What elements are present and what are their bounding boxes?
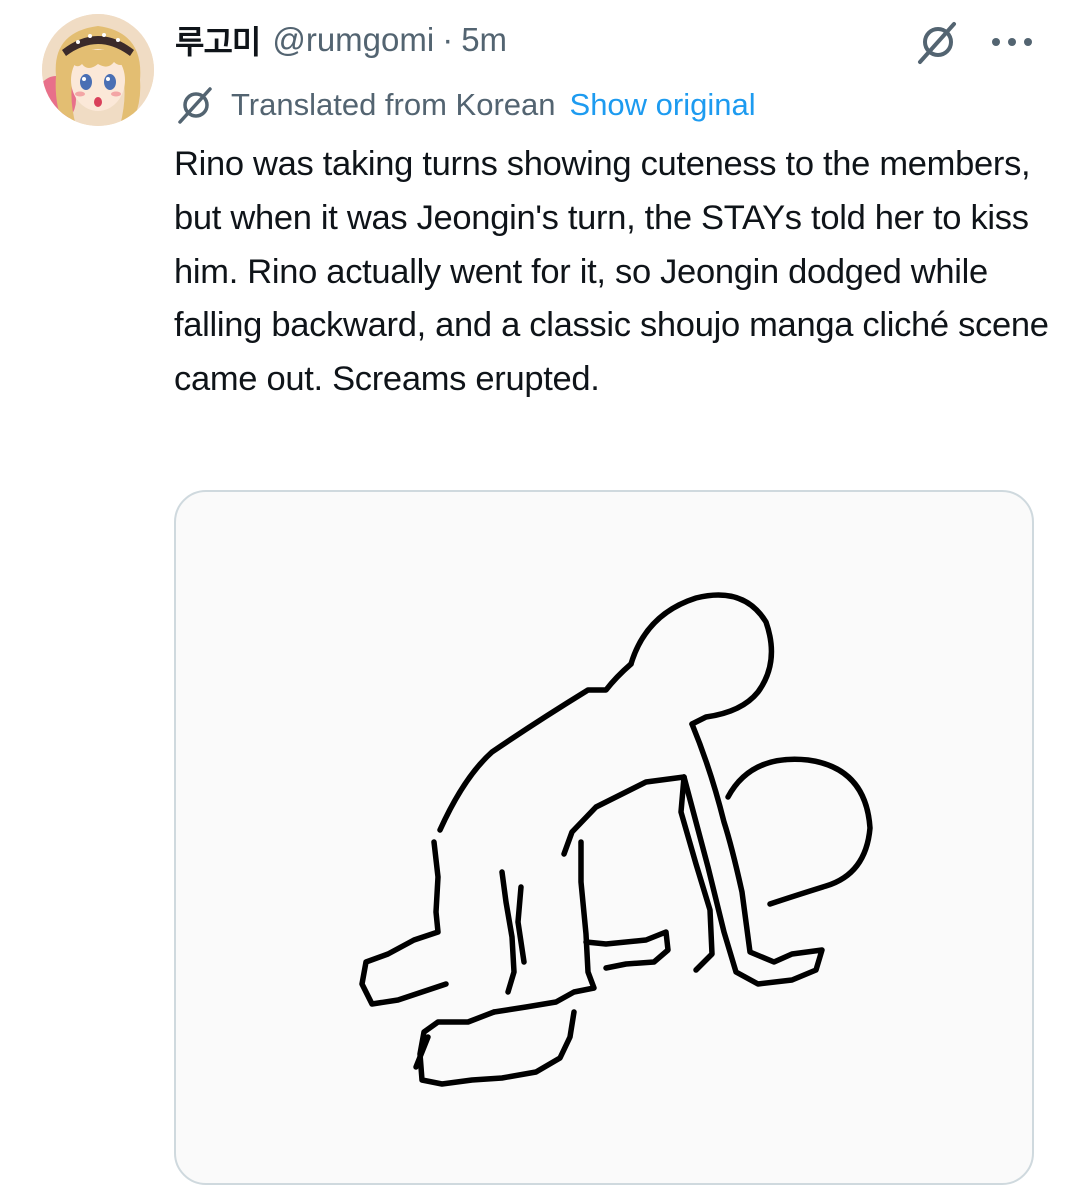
tweet-media-image[interactable]	[174, 490, 1034, 1185]
stick-figure-drawing	[359, 592, 873, 1087]
translated-from-label: Translated from Korean	[231, 87, 556, 122]
avatar[interactable]	[42, 14, 154, 126]
user-handle[interactable]: @rumgomi	[272, 21, 434, 59]
separator-dot: ·	[442, 21, 454, 58]
avatar-image	[42, 14, 154, 126]
more-horizontal-icon[interactable]	[990, 28, 1034, 56]
translation-row: Translated from Korean Show original	[175, 82, 756, 128]
display-name[interactable]: 루고미	[175, 17, 261, 63]
tweet-header: 루고미 @rumgomi · 5m	[175, 16, 507, 64]
show-original-link[interactable]: Show original	[570, 87, 756, 123]
tweet-text: Rino was taking turns showing cuteness t…	[174, 145, 1049, 399]
translate-icon	[175, 84, 217, 126]
timestamp[interactable]: 5m	[461, 21, 507, 59]
grok-icon[interactable]	[914, 18, 962, 66]
